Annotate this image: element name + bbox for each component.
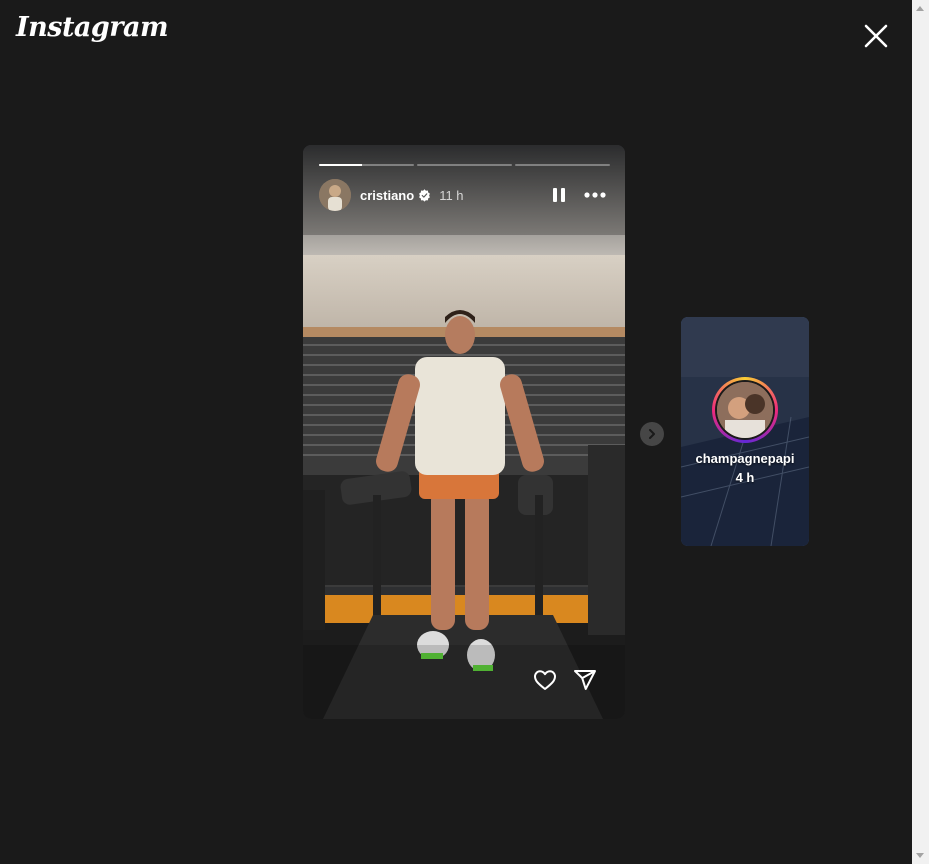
progress-segment <box>319 164 414 166</box>
progress-segment <box>515 164 610 166</box>
scrollbar[interactable] <box>912 0 929 864</box>
avatar[interactable] <box>319 179 351 211</box>
scroll-up-icon[interactable] <box>916 6 924 11</box>
next-story-timestamp: 4 h <box>735 470 755 485</box>
more-options-button[interactable] <box>581 183 609 207</box>
like-button[interactable] <box>533 668 557 692</box>
story-progress <box>319 164 610 166</box>
share-button[interactable] <box>573 668 597 692</box>
heart-icon <box>534 670 556 690</box>
instagram-logo[interactable]: Instagram <box>16 12 169 43</box>
active-story[interactable]: cristiano 11 h <box>303 145 625 719</box>
story-username[interactable]: cristiano <box>360 188 414 203</box>
story-actions <box>533 668 597 692</box>
next-story-button[interactable] <box>640 422 664 446</box>
avatar <box>717 382 773 438</box>
pause-button[interactable] <box>547 183 571 207</box>
pause-icon <box>553 188 565 202</box>
scroll-down-icon[interactable] <box>916 853 924 858</box>
close-icon <box>864 24 888 48</box>
story-header: cristiano 11 h <box>319 179 609 211</box>
next-story-preview[interactable]: champagnepapi 4 h <box>681 317 809 546</box>
next-story-ring <box>712 377 778 443</box>
paper-plane-icon <box>574 670 596 690</box>
next-story-username: champagnepapi <box>695 451 795 466</box>
progress-fill <box>319 164 362 166</box>
chevron-right-icon <box>649 429 655 439</box>
close-button[interactable] <box>860 20 892 52</box>
more-horizontal-icon <box>584 192 606 198</box>
verified-badge-icon <box>419 188 431 202</box>
progress-segment <box>417 164 512 166</box>
story-photo <box>303 145 625 719</box>
story-timestamp: 11 h <box>439 187 464 203</box>
